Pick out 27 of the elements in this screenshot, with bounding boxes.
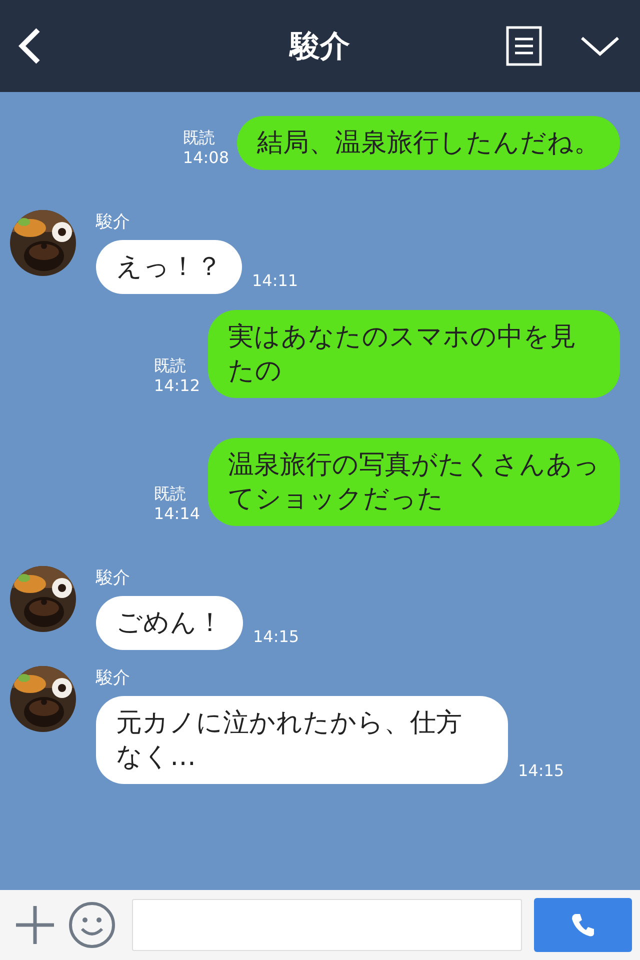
sender-name: 駿介 — [96, 567, 131, 590]
menu-icon[interactable] — [506, 26, 542, 66]
call-button[interactable] — [534, 898, 632, 952]
message-time: 14:11 — [252, 271, 298, 290]
smiley-icon[interactable] — [68, 901, 116, 949]
read-receipt: 既読 — [182, 128, 215, 148]
chat-title: 駿介 — [288, 28, 351, 66]
message-time: 14:15 — [253, 627, 300, 646]
message-bubble: えっ！？ — [96, 240, 242, 294]
message-time: 14:14 — [154, 504, 200, 524]
phone-icon — [570, 912, 596, 938]
read-receipt: 既読 — [154, 484, 186, 504]
message-time: 14:12 — [154, 376, 200, 396]
message-time: 14:15 — [518, 761, 564, 780]
message-bubble: 温泉旅行の写真がたくさんあってショックだった — [208, 438, 620, 526]
sender-name: 駿介 — [96, 667, 131, 690]
plus-icon[interactable] — [14, 904, 56, 946]
sender-name: 駿介 — [96, 211, 131, 234]
message-time: 14:08 — [182, 148, 229, 168]
read-receipt: 既読 — [154, 356, 186, 376]
message-bubble: 実はあなたのスマホの中を見たの — [208, 310, 620, 398]
back-icon[interactable] — [16, 27, 42, 65]
message-bubble: ごめん！ — [96, 596, 243, 650]
message-bubble: 元カノに泣かれたから、仕方なく… — [96, 696, 508, 784]
message-bubble: 結局、温泉旅行したんだね。 — [237, 116, 620, 170]
message-input[interactable] — [132, 899, 522, 951]
chevron-down-icon[interactable] — [580, 35, 620, 57]
